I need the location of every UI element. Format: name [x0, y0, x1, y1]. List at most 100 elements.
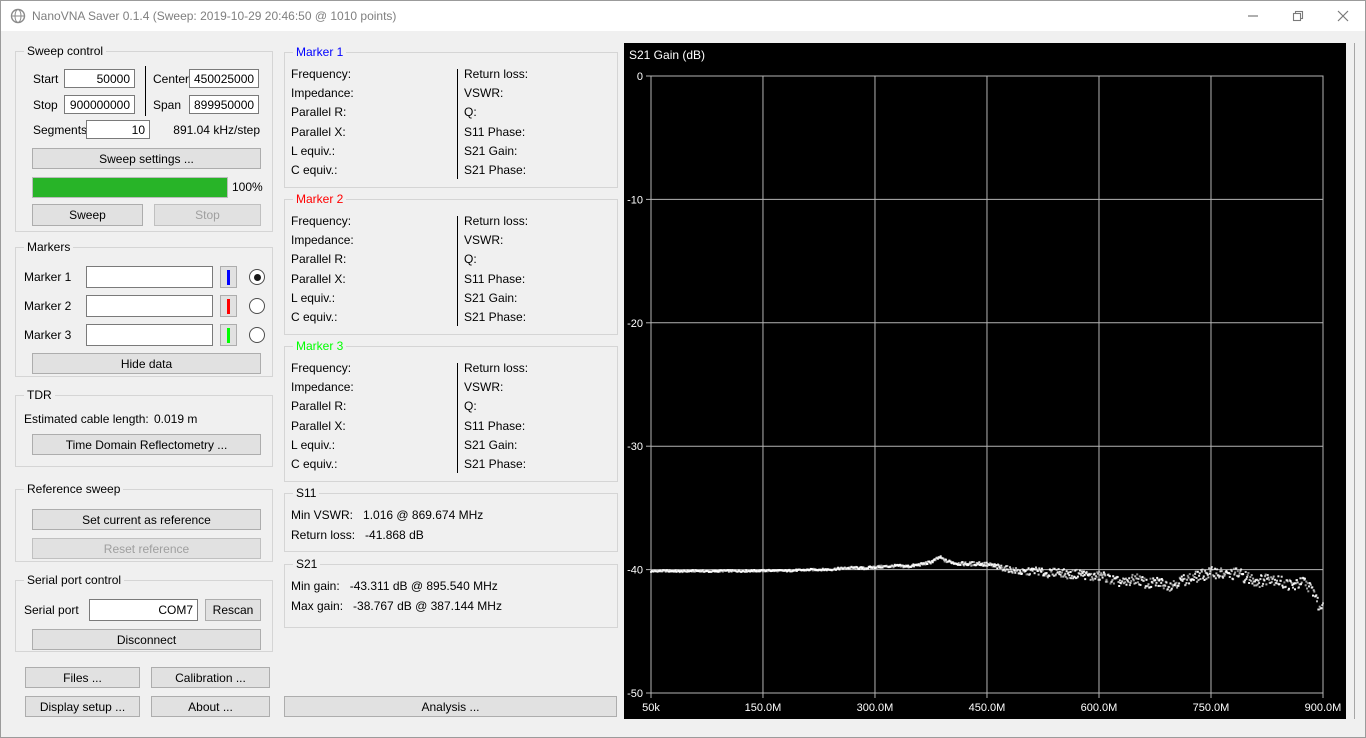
x-tick-label: 300.0M — [857, 702, 894, 714]
display-setup-button[interactable]: Display setup ... — [25, 696, 140, 717]
x-tick-label: 450.0M — [969, 702, 1006, 714]
serial-port-label: Serial port — [24, 603, 79, 617]
marker-label: Marker 3 — [24, 328, 72, 342]
app-window: NanoVNA Saver 0.1.4 (Sweep: 2019-10-29 2… — [0, 0, 1366, 738]
x-tick-label: 750.0M — [1193, 702, 1230, 714]
about-button[interactable]: About ... — [151, 696, 270, 717]
chart-svg: S21 Gain (dB) 0 -10 -20 -30 -40 -50 50k 150.0M 30… — [627, 48, 1341, 714]
span-input[interactable] — [189, 95, 259, 114]
field-label: Parallel R: — [291, 105, 347, 120]
marker-active-radio[interactable] — [249, 298, 265, 314]
minimize-button[interactable] — [1230, 1, 1275, 31]
marker-color-chip — [227, 298, 230, 314]
s11-stats-group: S11 Min VSWR: 1.016 @ 869.674 MHz Return l… — [284, 486, 618, 552]
field-label: S21 Phase: — [464, 162, 527, 177]
center-input[interactable] — [189, 69, 259, 88]
marker-active-radio[interactable] — [249, 327, 265, 343]
x-tick-label: 600.0M — [1081, 702, 1118, 714]
stat-label: Min gain: — [291, 579, 340, 593]
field-label: Parallel R: — [291, 399, 347, 414]
marker-data-title: Marker 3 — [293, 339, 347, 353]
field-label: Impedance: — [291, 233, 354, 248]
sweep-progress-bar — [32, 177, 228, 198]
cable-length-label: Estimated cable length: — [24, 412, 149, 426]
field-label: Frequency: — [291, 361, 352, 375]
sweep-button[interactable]: Sweep — [32, 204, 143, 226]
s21-title: S21 — [293, 557, 321, 571]
marker-color-button[interactable] — [220, 295, 237, 317]
stat-value: -43.311 dB @ 895.540 MHz — [349, 579, 498, 593]
field-label: Impedance: — [291, 380, 354, 395]
serial-port-input[interactable] — [89, 599, 198, 621]
step-size-text: 891.04 kHz/step — [173, 123, 260, 137]
marker-color-button[interactable] — [220, 324, 237, 346]
marker-color-button[interactable] — [220, 266, 237, 288]
field-label: Parallel X: — [291, 418, 346, 433]
set-reference-button[interactable]: Set current as reference — [32, 509, 261, 530]
field-label: VSWR: — [464, 380, 504, 395]
field-label: S11 Phase: — [464, 271, 526, 286]
field-label: C equiv.: — [291, 456, 338, 471]
marker-frequency-input[interactable] — [86, 324, 213, 346]
marker-frequency-input[interactable] — [86, 266, 213, 288]
stat-row: Return loss: -41.868 dB — [291, 528, 424, 542]
tdr-title: TDR — [24, 388, 55, 402]
field-label: S11 Phase: — [464, 124, 526, 139]
stat-label: Min VSWR: — [291, 508, 354, 522]
restore-button[interactable] — [1275, 1, 1320, 31]
close-button[interactable] — [1320, 1, 1365, 31]
y-tick-label: -50 — [627, 688, 643, 700]
stat-label: Max gain: — [291, 599, 344, 613]
s21-gain-chart[interactable]: S21 Gain (dB) 0 -10 -20 -30 -40 -50 50k 150.0M 30… — [624, 43, 1346, 719]
marker-fields-right: Return loss: VSWR: Q: S11 Phase: S21 Gain: S2… — [464, 214, 528, 329]
marker-row: Marker 1 — [16, 266, 272, 288]
field-label: L equiv.: — [291, 290, 336, 305]
marker-frequency-input[interactable] — [86, 295, 213, 317]
reference-sweep-title: Reference sweep — [24, 482, 124, 496]
field-label: Frequency: — [291, 214, 352, 228]
marker-color-chip — [227, 327, 230, 343]
files-button[interactable]: Files ... — [25, 667, 140, 688]
reset-reference-button[interactable]: Reset reference — [32, 538, 261, 559]
tdr-button[interactable]: Time Domain Reflectometry ... — [32, 434, 261, 455]
serial-port-group: Serial port control Serial port Rescan D… — [15, 573, 273, 652]
field-label: Q: — [464, 105, 477, 120]
field-label: VSWR: — [464, 233, 504, 248]
stop-button[interactable]: Stop — [154, 204, 261, 226]
y-tick-label: -10 — [627, 194, 643, 206]
hide-data-button[interactable]: Hide data — [32, 353, 261, 374]
marker-color-chip — [227, 269, 230, 285]
stop-input[interactable] — [64, 95, 135, 114]
field-label: Q: — [464, 252, 477, 267]
marker-data-title: Marker 2 — [293, 192, 347, 206]
y-tick-label: -20 — [627, 318, 643, 330]
stop-label: Stop — [33, 98, 58, 112]
analysis-button[interactable]: Analysis ... — [284, 696, 617, 717]
sweep-settings-button[interactable]: Sweep settings ... — [32, 148, 261, 169]
restore-icon — [1292, 10, 1303, 22]
field-label: S11 Phase: — [464, 418, 526, 433]
progress-percent: 100% — [232, 180, 263, 194]
start-input[interactable] — [64, 69, 135, 88]
marker-data-group: Marker 2 Frequency: Impedance: Parallel R: P… — [284, 192, 618, 335]
stat-row: Max gain: -38.767 dB @ 387.144 MHz — [291, 599, 502, 613]
radio-dot — [253, 273, 261, 281]
start-label: Start — [33, 72, 59, 86]
marker-label: Marker 2 — [24, 299, 72, 313]
field-label: Frequency: — [291, 67, 352, 81]
window-title: NanoVNA Saver 0.1.4 (Sweep: 2019-10-29 2… — [32, 9, 397, 23]
title-bar: NanoVNA Saver 0.1.4 (Sweep: 2019-10-29 2… — [1, 1, 1365, 31]
disconnect-button[interactable]: Disconnect — [32, 629, 261, 650]
marker-data-group: Marker 1 Frequency: Impedance: Parallel R: P… — [284, 45, 618, 188]
marker-active-radio[interactable] — [249, 269, 265, 285]
field-label: L equiv.: — [291, 437, 336, 452]
cable-length-value: 0.019 m — [154, 412, 198, 426]
y-tick-label: 0 — [637, 71, 643, 83]
rescan-button[interactable]: Rescan — [205, 599, 261, 621]
field-label: C equiv.: — [291, 162, 338, 177]
field-label: C equiv.: — [291, 309, 338, 324]
y-tick-label: -30 — [627, 441, 643, 453]
marker-row: Marker 3 — [16, 324, 272, 346]
segments-input[interactable] — [86, 120, 150, 139]
calibration-button[interactable]: Calibration ... — [151, 667, 270, 688]
